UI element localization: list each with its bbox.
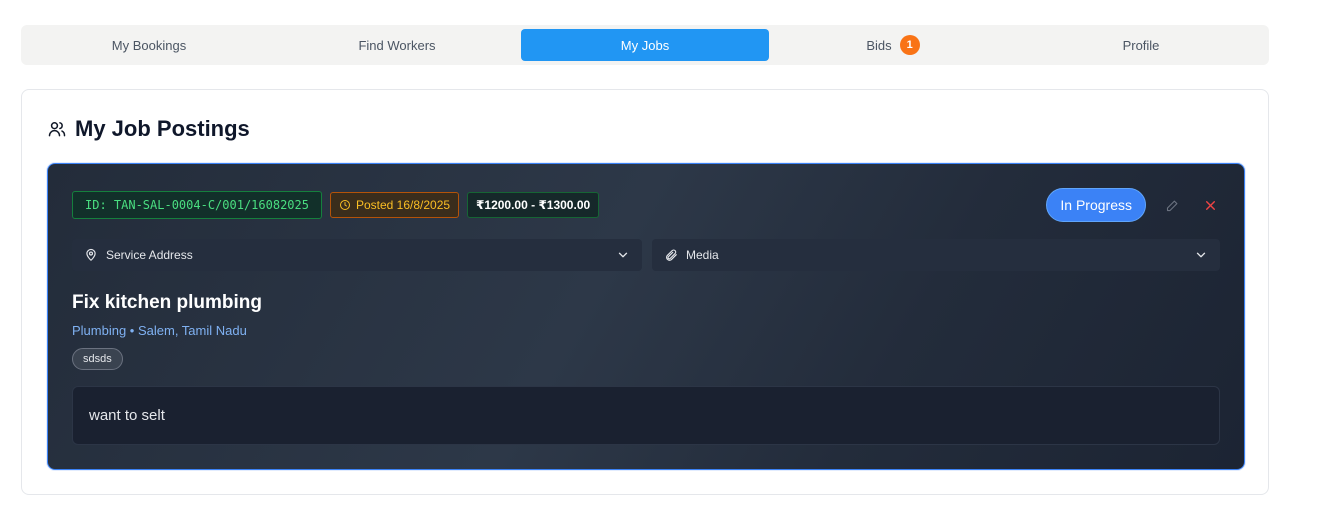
users-icon — [47, 119, 67, 139]
service-address-dropdown[interactable]: Service Address — [72, 239, 642, 271]
job-title: Fix kitchen plumbing — [72, 292, 263, 313]
section-header: My Job Postings — [47, 116, 250, 142]
tab-my-jobs[interactable]: My Jobs — [521, 29, 769, 61]
clock-icon — [339, 199, 351, 211]
tab-find-workers[interactable]: Find Workers — [273, 29, 521, 61]
media-dropdown[interactable]: Media — [652, 239, 1220, 271]
tab-label: Find Workers — [358, 37, 436, 53]
posted-date-badge: Posted 16/8/2025 — [329, 192, 460, 218]
tab-bar: My Bookings Find Workers My Jobs Bids 1 … — [21, 25, 1269, 65]
page-title: My Job Postings — [75, 116, 250, 141]
job-badges: ID: TAN-SAL-0004-C/001/16082025 Posted 1… — [72, 191, 600, 219]
tab-label: Profile — [1122, 37, 1160, 53]
media-label: Media — [686, 248, 719, 262]
tab-profile[interactable]: Profile — [1017, 29, 1265, 61]
chevron-down-icon — [1194, 248, 1208, 262]
job-tag: sdsds — [72, 348, 123, 370]
job-description-text: want to selt — [89, 407, 165, 424]
chevron-down-icon — [616, 248, 630, 262]
tab-my-bookings[interactable]: My Bookings — [25, 29, 273, 61]
job-posting-card: ID: TAN-SAL-0004-C/001/16082025 Posted 1… — [47, 163, 1245, 470]
job-actions: In Progress — [1046, 188, 1222, 222]
job-description: want to selt — [72, 386, 1220, 445]
bids-count-badge: 1 — [899, 35, 920, 55]
job-postings-card: My Job Postings ID: TAN-SAL-0004-C/001/1… — [21, 89, 1269, 495]
job-id-badge: ID: TAN-SAL-0004-C/001/16082025 — [72, 191, 322, 219]
tab-bids[interactable]: Bids 1 — [769, 29, 1017, 61]
status-badge[interactable]: In Progress — [1046, 188, 1146, 222]
tab-label: Bids — [866, 37, 892, 53]
tab-label: My Jobs — [620, 37, 670, 53]
paperclip-icon — [664, 248, 678, 262]
edit-icon[interactable] — [1160, 193, 1184, 217]
service-address-label: Service Address — [106, 248, 193, 262]
delete-icon[interactable] — [1198, 193, 1222, 217]
posted-date-text: Posted 16/8/2025 — [355, 198, 451, 212]
job-category-location: Plumbing • Salem, Tamil Nadu — [72, 323, 247, 338]
price-range-badge: ₹1200.00 - ₹1300.00 — [467, 192, 600, 218]
tab-label: My Bookings — [111, 37, 187, 53]
location-pin-icon — [84, 248, 98, 262]
